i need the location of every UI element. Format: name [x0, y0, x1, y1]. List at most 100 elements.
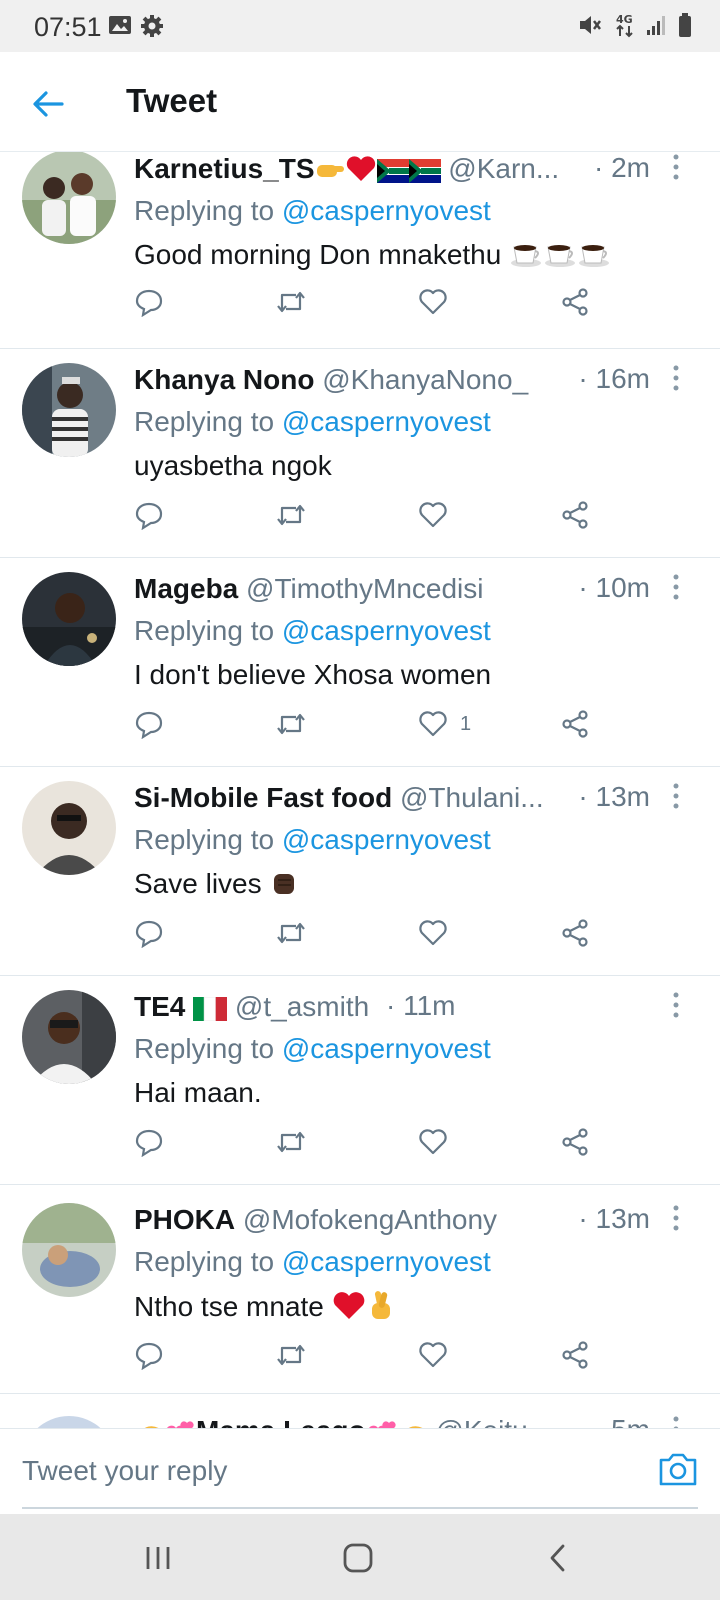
like-button[interactable] — [418, 1122, 460, 1162]
more-options-icon[interactable] — [668, 1414, 684, 1428]
nav-back-button[interactable] — [538, 1538, 578, 1578]
tweet-header: Mageba @TimothyMncedisi — [134, 572, 650, 606]
avatar[interactable] — [22, 152, 116, 244]
recents-button[interactable] — [138, 1538, 178, 1578]
mention-link[interactable]: @caspernyovest — [282, 824, 491, 855]
reply-button[interactable] — [134, 282, 164, 322]
replying-label: Replying to — [134, 615, 275, 646]
tweet-text: Hai maan. — [134, 1077, 262, 1108]
tweet-text-content: Good morning Don mnakethu — [134, 239, 502, 270]
tweet-item[interactable]: Mageba @TimothyMncedisi · 10m Replying t… — [0, 558, 720, 767]
camera-icon[interactable] — [658, 1451, 698, 1487]
reply-list[interactable]: Karnetius_TS @Karn... · 2m Replying to @… — [0, 152, 720, 1428]
share-icon — [562, 288, 588, 316]
share-icon — [562, 919, 588, 947]
share-button[interactable] — [560, 495, 590, 535]
two-hearts-emoji — [366, 1419, 398, 1428]
avatar[interactable] — [22, 990, 116, 1084]
share-button[interactable] — [560, 1335, 590, 1375]
share-button[interactable] — [560, 913, 590, 953]
tweet-item[interactable]: Khanya Nono @KhanyaNono_ · 16m Replying … — [0, 349, 720, 558]
tweet-time: · 5m — [594, 1414, 650, 1428]
replying-to: Replying to @caspernyovest — [134, 614, 491, 648]
author-handle: @TimothyMncedisi — [246, 573, 484, 604]
replying-label: Replying to — [134, 824, 275, 855]
home-button[interactable] — [338, 1538, 378, 1578]
tweet-header: PHOKA @MofokengAnthony — [134, 1203, 650, 1237]
retweet-button[interactable] — [274, 282, 308, 322]
author-name[interactable]: Si-Mobile Fast food — [134, 782, 392, 813]
reply-button[interactable] — [134, 913, 164, 953]
retweet-icon — [277, 291, 305, 313]
share-icon — [562, 710, 588, 738]
avatar[interactable] — [22, 363, 116, 457]
author-name[interactable]: PHOKA — [134, 1204, 235, 1235]
tweet-time: · 11m — [386, 990, 456, 1021]
reply-button[interactable] — [134, 704, 164, 744]
like-button[interactable] — [418, 913, 460, 953]
svg-text:4G: 4G — [616, 13, 633, 26]
tweet-actions: 1 — [0, 704, 720, 744]
retweet-icon — [277, 1344, 305, 1366]
gear-icon — [140, 14, 166, 38]
back-button[interactable] — [26, 82, 70, 126]
back-arrow-icon — [33, 91, 64, 117]
avatar[interactable] — [22, 572, 116, 666]
reply-button[interactable] — [134, 1335, 164, 1375]
reply-icon — [135, 289, 163, 317]
reply-icon — [135, 502, 163, 530]
status-bar: 07:51 4G — [0, 0, 720, 52]
share-button[interactable] — [560, 1122, 590, 1162]
retweet-button[interactable] — [274, 913, 308, 953]
retweet-button[interactable] — [274, 495, 308, 535]
author-name[interactable]: Mageba — [134, 573, 238, 604]
avatar[interactable] — [22, 1416, 116, 1428]
retweet-icon — [277, 713, 305, 735]
mention-link[interactable]: @caspernyovest — [282, 406, 491, 437]
reply-input[interactable] — [22, 1449, 622, 1493]
tweet-actions — [0, 282, 720, 322]
more-options-icon[interactable] — [668, 990, 684, 1020]
tweet-item[interactable]: Karnetius_TS @Karn... · 2m Replying to @… — [0, 152, 720, 349]
more-options-icon[interactable] — [668, 363, 684, 393]
tweet-item[interactable]: PHOKA @MofokengAnthony · 13m Replying to… — [0, 1185, 720, 1394]
tweet-header: Si-Mobile Fast food @Thulani... — [134, 781, 548, 815]
more-options-icon[interactable] — [668, 1203, 684, 1233]
status-time: 07:51 — [34, 12, 102, 42]
like-button[interactable] — [418, 495, 460, 535]
avatar[interactable] — [22, 781, 116, 875]
avatar[interactable] — [22, 1203, 116, 1297]
share-button[interactable] — [560, 282, 590, 322]
like-button[interactable] — [418, 1335, 460, 1375]
author-name[interactable]: Karnetius_TS — [134, 153, 315, 184]
coffee-emoji — [509, 239, 543, 277]
author-name[interactable]: Mama Leago — [196, 1415, 366, 1428]
tweet-item[interactable]: TE4 @t_asmith · 11m Replying to @caspern… — [0, 976, 720, 1185]
share-icon — [562, 501, 588, 529]
reply-button[interactable] — [134, 495, 164, 535]
tweet-text: Save lives — [134, 867, 299, 906]
more-options-icon[interactable] — [668, 152, 684, 182]
tweet-time: · 16m — [578, 363, 650, 394]
share-button[interactable] — [560, 704, 590, 744]
mention-link[interactable]: @caspernyovest — [282, 1033, 491, 1064]
like-button[interactable] — [418, 282, 460, 322]
reply-button[interactable] — [134, 1122, 164, 1162]
tweet-item[interactable]: Si-Mobile Fast food @Thulani... · 13m Re… — [0, 767, 720, 976]
mention-link[interactable]: @caspernyovest — [282, 615, 491, 646]
raised-fist-emoji — [269, 868, 299, 906]
more-options-icon[interactable] — [668, 572, 684, 602]
author-name[interactable]: TE4 — [134, 991, 185, 1022]
app-header: Tweet — [0, 52, 720, 152]
like-button[interactable]: 1 — [418, 704, 471, 744]
retweet-button[interactable] — [274, 1122, 308, 1162]
tweet-item[interactable]: Mama Leago @Keitu... · 5m — [0, 1394, 720, 1428]
dizzy-emoji — [398, 1419, 428, 1428]
retweet-button[interactable] — [274, 1335, 308, 1375]
author-name[interactable]: Khanya Nono — [134, 364, 314, 395]
more-options-icon[interactable] — [668, 781, 684, 811]
coffee-emoji — [543, 239, 577, 277]
mention-link[interactable]: @caspernyovest — [282, 1246, 491, 1277]
retweet-button[interactable] — [274, 704, 308, 744]
mention-link[interactable]: @caspernyovest — [282, 195, 491, 226]
